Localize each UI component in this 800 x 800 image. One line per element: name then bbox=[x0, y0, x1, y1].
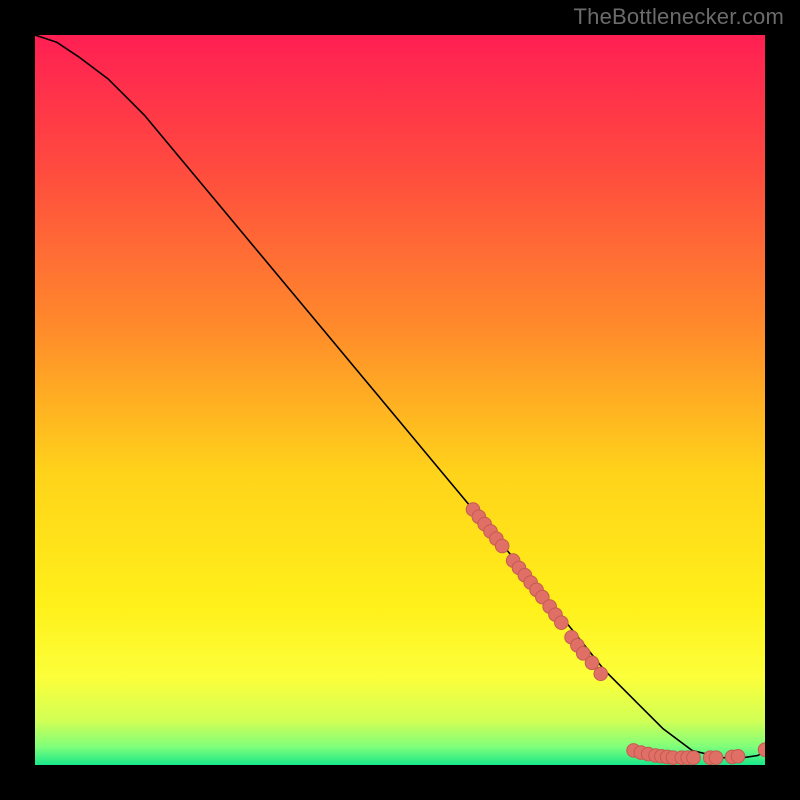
plot-area bbox=[35, 35, 765, 765]
data-point bbox=[709, 751, 723, 765]
chart-stage: TheBottlenecker.com bbox=[0, 0, 800, 800]
data-point bbox=[687, 751, 701, 765]
chart-svg bbox=[35, 35, 765, 765]
attribution-text: TheBottlenecker.com bbox=[574, 4, 784, 30]
data-point bbox=[731, 749, 745, 763]
data-point bbox=[594, 667, 608, 681]
data-point bbox=[495, 539, 509, 553]
gradient-rect bbox=[35, 35, 765, 765]
data-point bbox=[585, 656, 599, 670]
data-point bbox=[555, 616, 569, 630]
